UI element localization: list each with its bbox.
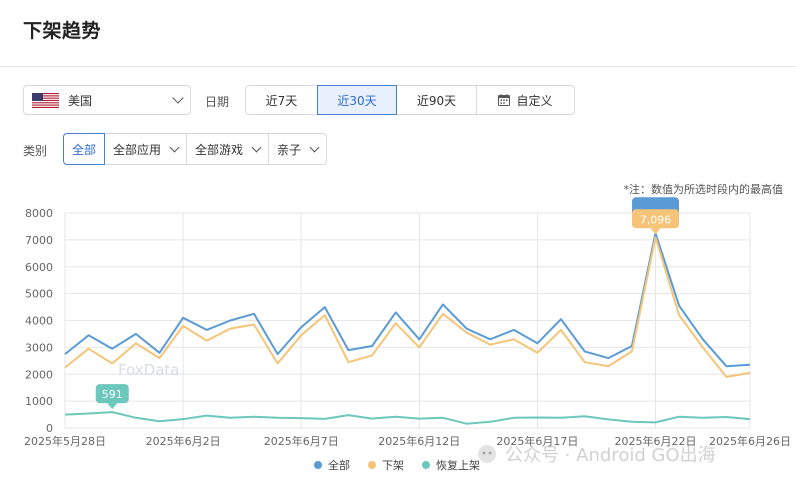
- legend-label: 恢复上架: [436, 458, 480, 472]
- legend-marker: [368, 461, 376, 469]
- annotation-label: 7,096: [640, 213, 672, 226]
- date-range-90d-button[interactable]: 近90天: [396, 85, 477, 115]
- category-label: 类别: [23, 144, 48, 158]
- legend-label: 下架: [382, 459, 404, 472]
- wechat-icon: [478, 445, 496, 463]
- date-range-7d-button[interactable]: 近7天: [245, 85, 318, 115]
- annotation-label: 591: [102, 388, 123, 401]
- legend-marker: [422, 461, 430, 469]
- x-tick-label: 2025年6月2日: [146, 434, 221, 448]
- chevron-down-icon: [172, 92, 184, 104]
- category-kids-dropdown[interactable]: 亲子: [268, 133, 328, 165]
- legend-label: 全部: [328, 458, 350, 472]
- page-title: 下架趋势: [23, 20, 102, 42]
- removal-trend-chart: 0 1000 2000 3000 4000 5000 6000 7000 8000 2025年5月…: [24, 197, 791, 472]
- us-flag-icon: [32, 92, 59, 108]
- category-apps-label: 全部应用: [113, 142, 162, 157]
- y-tick-label: 8000: [25, 207, 53, 220]
- foxdata-watermark: FoxData: [118, 361, 180, 379]
- custom-range-button[interactable]: 自定义: [476, 85, 575, 115]
- date-label: 日期: [205, 95, 230, 109]
- header-divider: [0, 66, 796, 67]
- y-tick-label: 0: [46, 422, 53, 435]
- category-apps-dropdown[interactable]: 全部应用: [104, 133, 188, 165]
- date-range-30d-button[interactable]: 近30天: [317, 85, 397, 115]
- country-label: 美国: [68, 93, 93, 108]
- chevron-down-icon: [251, 142, 262, 152]
- wechat-icon-dot: [482, 451, 486, 455]
- y-tick-label: 6000: [25, 261, 53, 274]
- custom-range-label: 自定义: [516, 93, 553, 108]
- y-tick-label: 5000: [25, 288, 53, 301]
- x-tick-label: 2025年6月12日: [378, 434, 460, 448]
- y-tick-label: 4000: [25, 315, 53, 328]
- y-tick-label: 1000: [25, 395, 53, 408]
- x-tick-label: 2025年5月28日: [24, 434, 106, 448]
- series-line-2: [64, 411, 751, 425]
- y-tick-label: 2000: [25, 368, 53, 381]
- y-tick-label: 7000: [25, 234, 53, 247]
- category-games-label: 全部游戏: [195, 142, 244, 157]
- category-kids-label: 亲子: [277, 142, 302, 157]
- wechat-icon-dot: [488, 451, 492, 455]
- series-line-1: [64, 236, 751, 378]
- chevron-down-icon: [169, 142, 180, 152]
- category-all-button[interactable]: 全部: [63, 133, 106, 165]
- y-tick-label: 3000: [25, 341, 53, 354]
- category-group: 全部 全部应用 全部游戏 亲子: [63, 133, 328, 165]
- calendar-icon: [498, 94, 511, 106]
- country-select[interactable]: 美国: [23, 85, 191, 115]
- x-tick-label: 2025年6月7日: [264, 434, 339, 448]
- channel-watermark: 公众号 · Android GO出海: [505, 445, 716, 466]
- x-tick-label: 2025年6月26日: [709, 434, 791, 448]
- category-games-dropdown[interactable]: 全部游戏: [186, 133, 270, 165]
- annotation-pointer: [107, 403, 118, 410]
- legend-marker: [314, 461, 322, 469]
- date-range-group: 近7天 近30天 近90天 自定义: [245, 85, 575, 115]
- chevron-down-icon: [309, 142, 320, 152]
- annotation-pointer: [650, 228, 661, 235]
